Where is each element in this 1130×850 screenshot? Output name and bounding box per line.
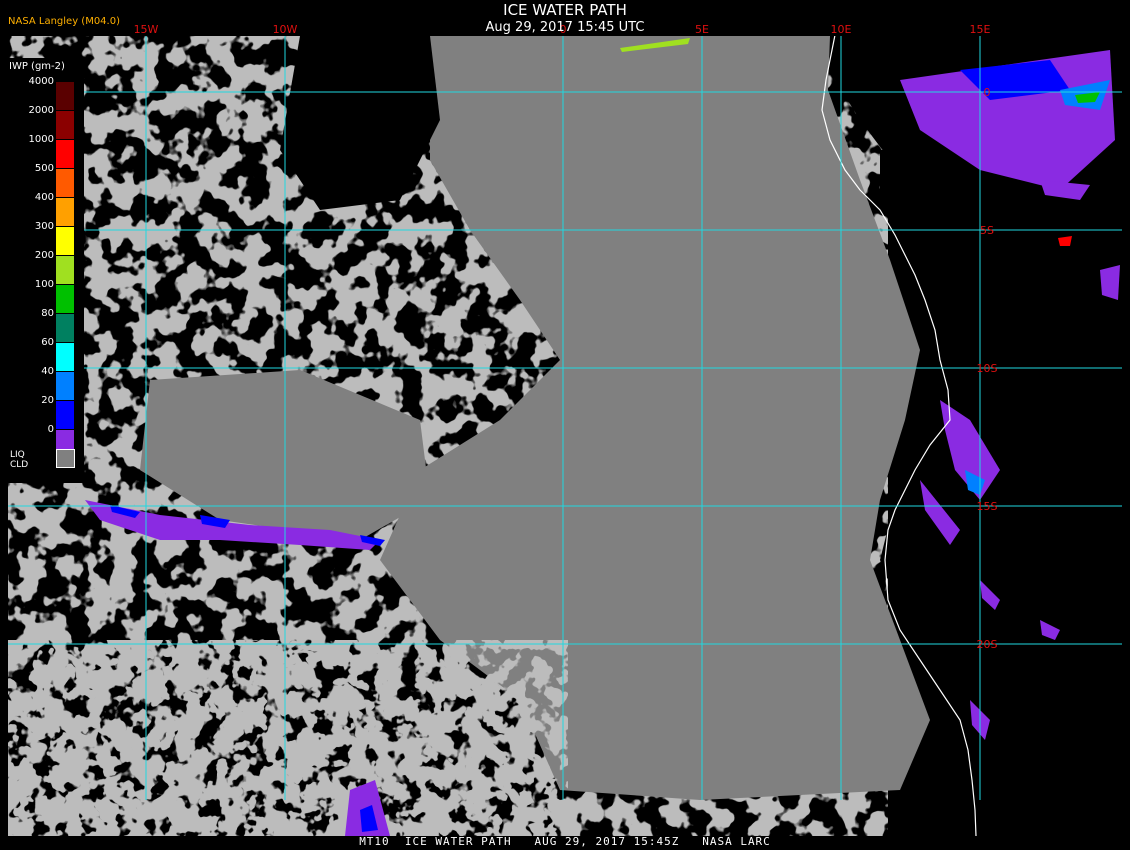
map-timestamp: Aug 29, 2017 15:45 UTC (485, 20, 645, 35)
legend-label: 20 (41, 395, 54, 406)
satellite-map: 15W 10W 0 5E 10E 15E05S10S15S20S (8, 23, 1122, 836)
legend-swatch (56, 343, 74, 371)
legend-swatch (56, 256, 74, 284)
legend-label: 80 (41, 308, 54, 319)
legend-label: 40 (41, 366, 54, 377)
legend-label: 0 (47, 424, 54, 435)
cld-label: CLD (10, 460, 29, 470)
legend-label: 500 (34, 163, 54, 174)
parallel-label: 15S (977, 500, 998, 513)
liq-label: LIQ (10, 450, 25, 460)
iwp-color-legend: IWP (gm-2) 4000 2000 1000 500 400 300 200 100 80… (6, 58, 84, 483)
legend-swatch (56, 198, 74, 226)
legend-swatch (56, 111, 74, 139)
map-footer: MT10 ICE WATER PATH AUG 29, 2017 15:45Z … (359, 835, 771, 848)
legend-label: 1000 (28, 134, 54, 145)
legend-swatch (56, 169, 74, 197)
parallel-label: 20S (977, 638, 998, 651)
provider-label: NASA Langley (M04.0) (8, 16, 120, 27)
parallel-label: 5S (980, 224, 994, 237)
legend-title: IWP (gm-2) (9, 61, 65, 72)
legend-label: 200 (34, 250, 54, 261)
parallel-label: 10S (977, 362, 998, 375)
legend-label: 400 (34, 192, 54, 203)
liquid-cloud-swatch (56, 449, 75, 468)
legend-swatch (56, 227, 74, 255)
legend-swatch (56, 285, 74, 313)
legend-label: 60 (41, 337, 54, 348)
legend-label: 2000 (28, 105, 54, 116)
legend-swatch (56, 82, 74, 110)
legend-label: 100 (34, 279, 54, 290)
legend-label: 4000 (28, 76, 54, 87)
map-title: ICE WATER PATH (503, 1, 627, 19)
legend-swatch (56, 140, 74, 168)
legend-swatch (56, 314, 74, 342)
liquid-cloud-texture-south (8, 640, 568, 836)
legend-label: 300 (34, 221, 54, 232)
legend-swatch (56, 372, 74, 400)
legend-swatch (56, 401, 74, 429)
parallel-label: 0 (984, 86, 991, 99)
